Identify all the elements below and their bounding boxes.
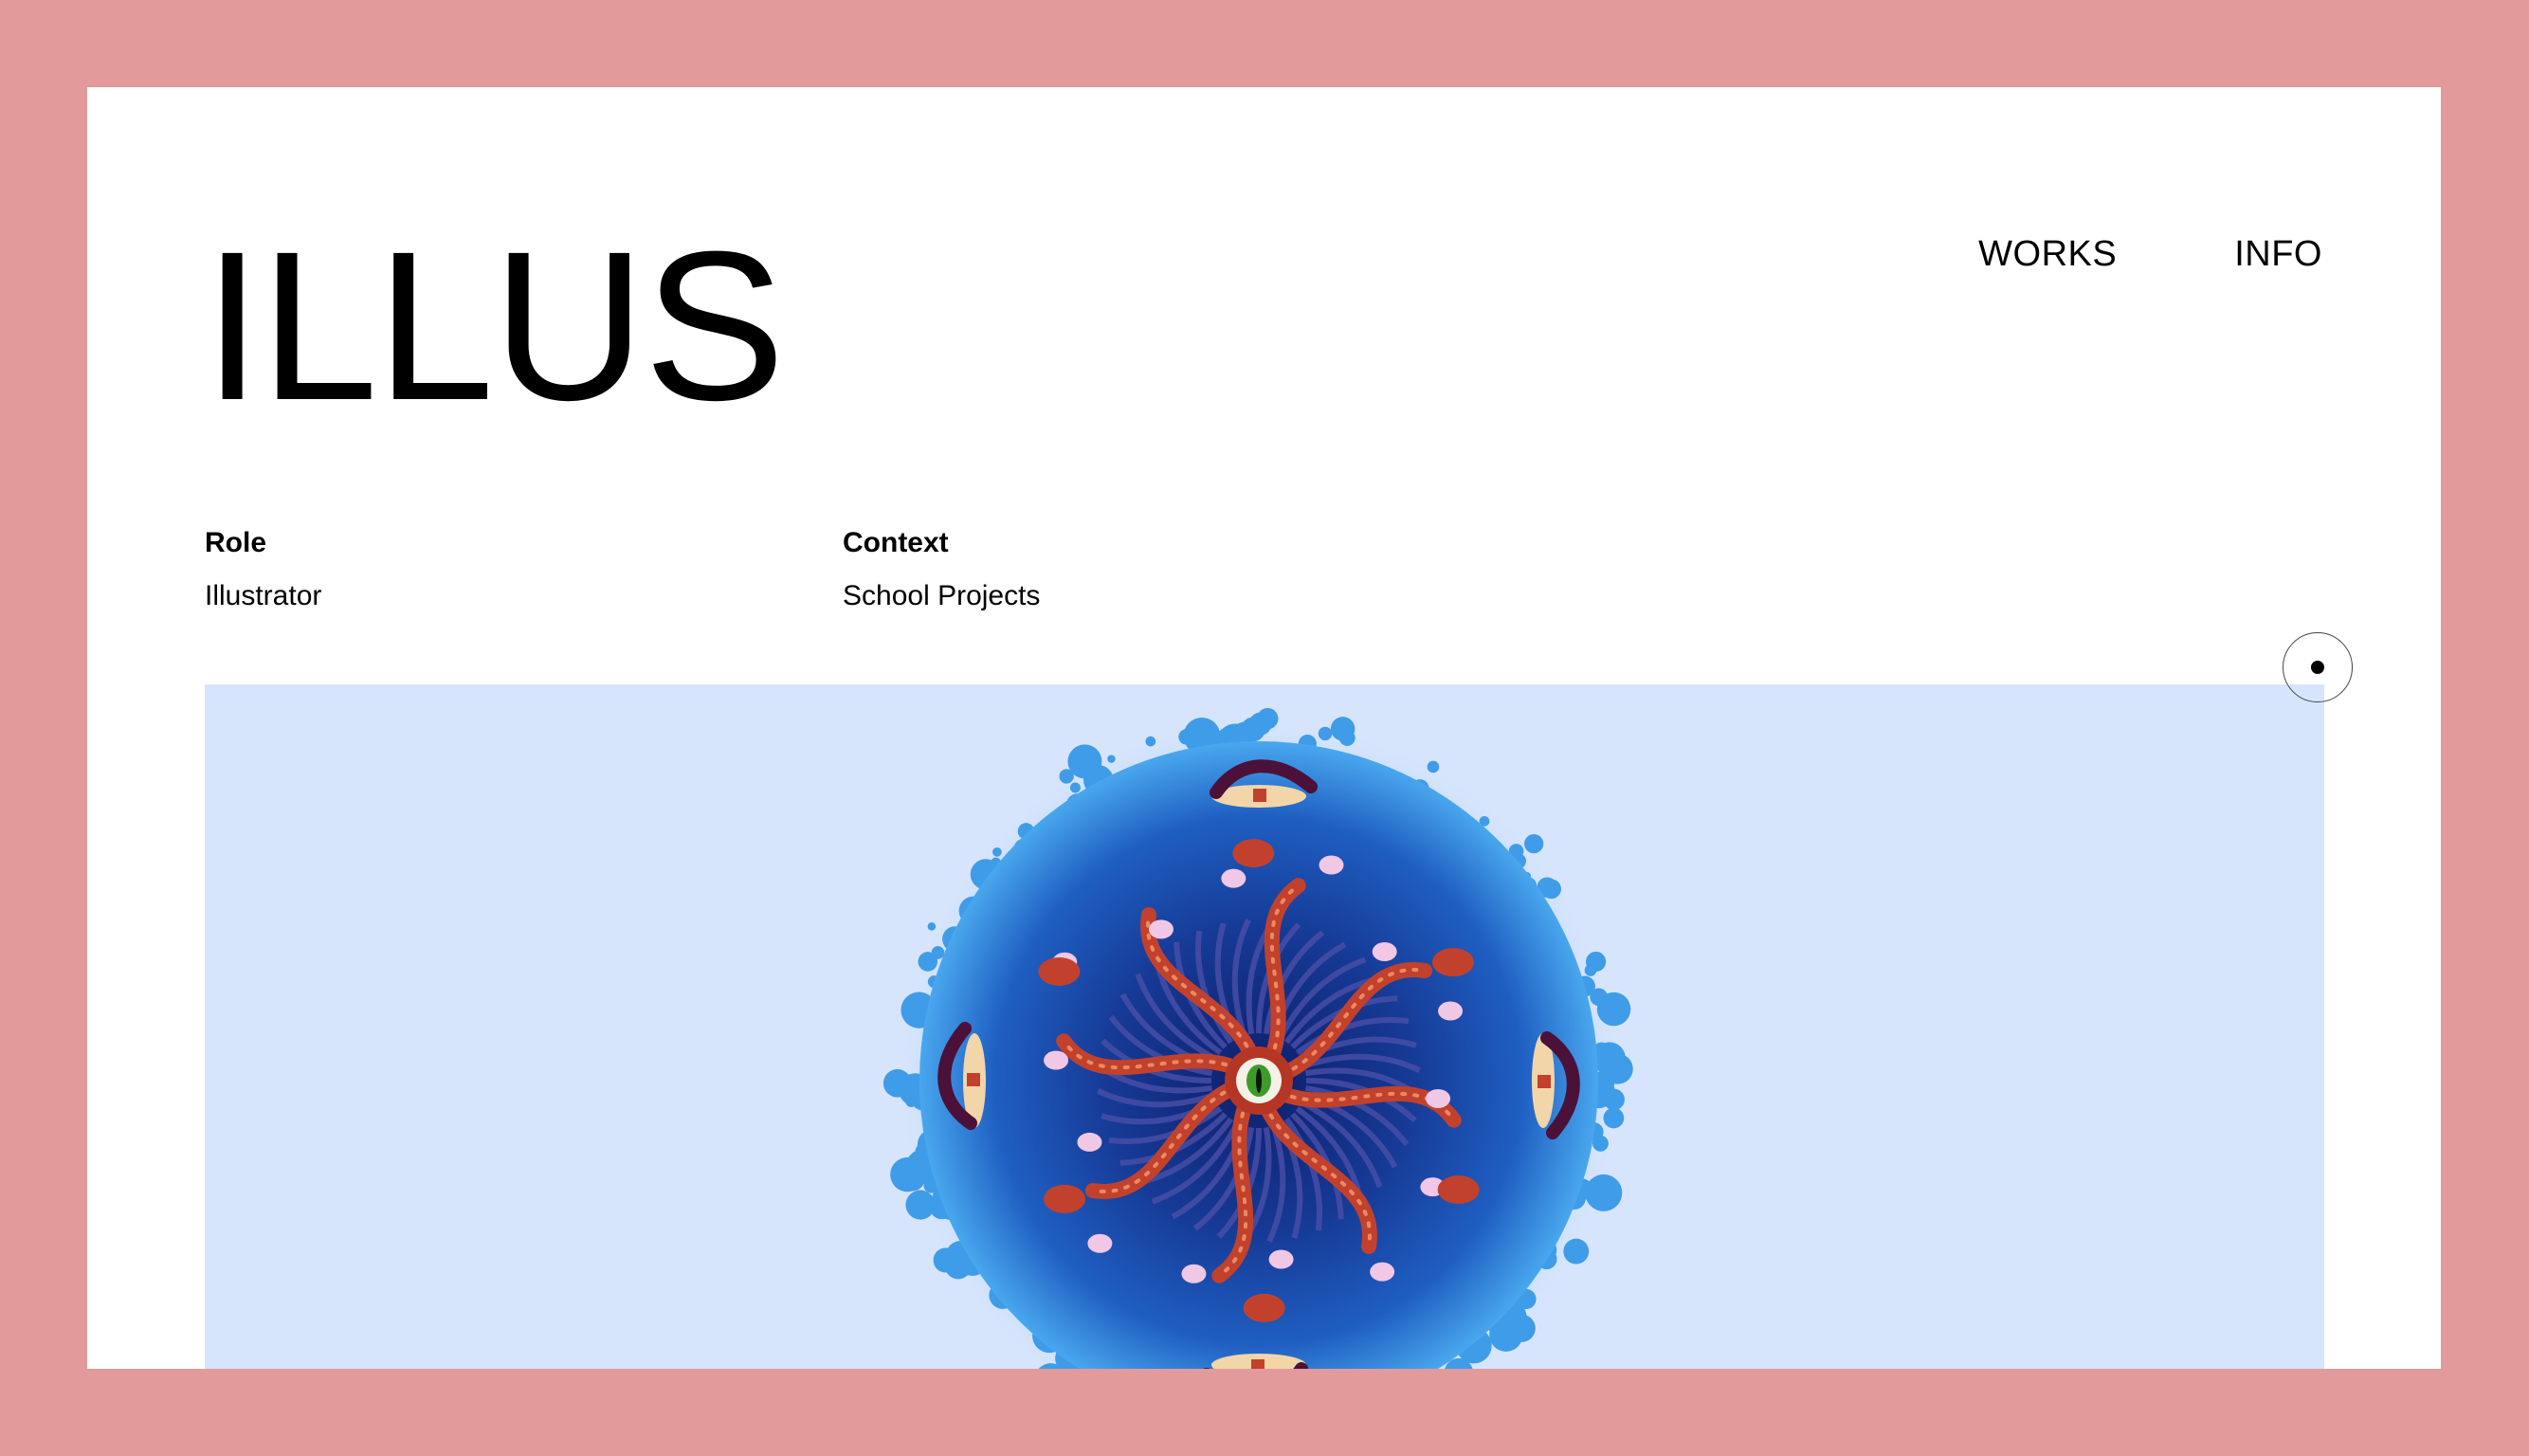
role-label: Role <box>205 527 267 558</box>
ocean-illustration <box>882 707 1633 1369</box>
context-value: School Projects <box>843 580 1041 611</box>
site-title[interactable]: ILLUS <box>203 220 786 432</box>
role-value: Illustrator <box>205 580 322 611</box>
page-frame: ILLUS WORKS INFO Role Illustrator Contex… <box>87 87 2441 1369</box>
main-nav: WORKS INFO <box>1978 234 2322 275</box>
project-meta: Role Illustrator Context School Projects <box>205 527 1481 612</box>
nav-works-link[interactable]: WORKS <box>1978 234 2117 275</box>
cursor-indicator <box>2283 632 2353 702</box>
role-block: Role Illustrator <box>205 527 843 612</box>
context-block: Context School Projects <box>843 527 1481 612</box>
nav-info-link[interactable]: INFO <box>2234 234 2322 275</box>
cursor-dot <box>2311 661 2324 674</box>
project-artwork[interactable] <box>205 684 2324 1369</box>
context-label: Context <box>843 527 949 558</box>
